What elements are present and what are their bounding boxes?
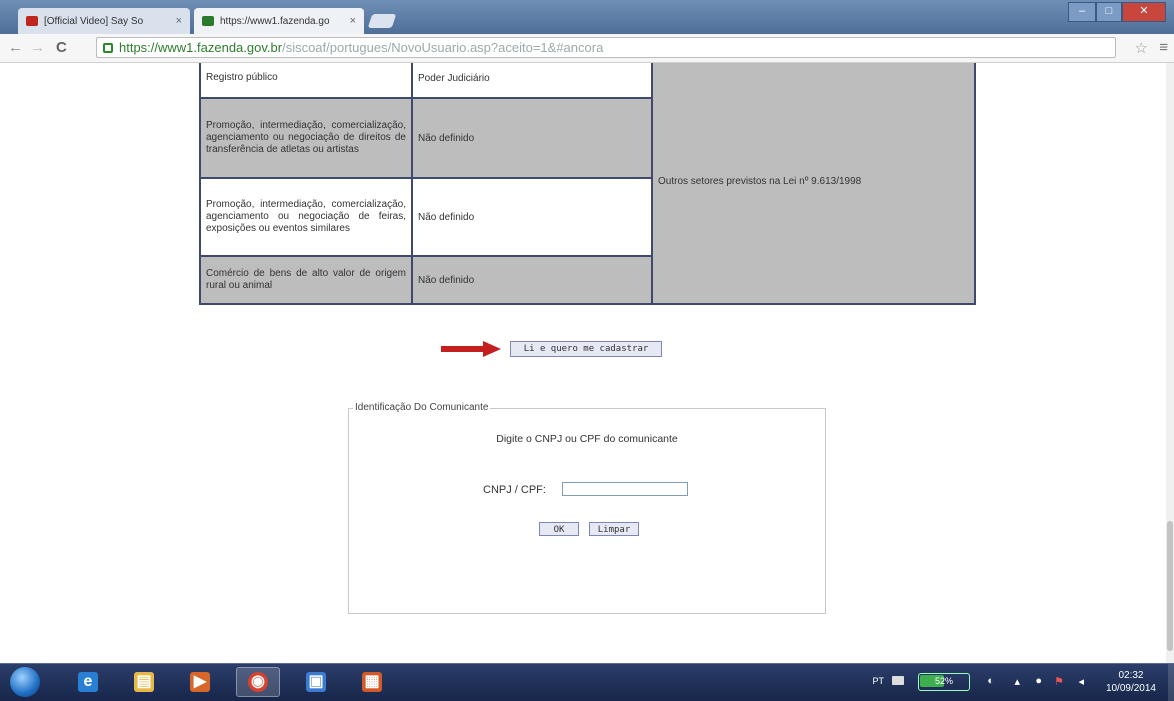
taskbar-ie[interactable]: e [66,667,110,697]
page-content: Registro público Poder Judiciário Outros… [0,63,1166,663]
internet-explorer-icon: e [78,672,98,692]
network-icon[interactable]: ◐ [987,675,994,687]
chrome-icon: ◉ [248,672,268,692]
regulator-cell: Não definido [411,97,653,179]
media-player-icon: ▶ [190,672,210,692]
tab-title: https://www1.fazenda.go [220,15,330,27]
activity-cell: Registro público [199,63,413,99]
fieldset-legend: Identificação Do Comunicante [353,402,491,413]
address-bar[interactable]: https://www1.fazenda.gov.br/siscoaf/port… [96,37,1116,58]
activity-cell: Comércio de bens de alto valor de origem… [199,255,413,305]
close-window-button[interactable]: ✕ [1122,2,1166,22]
limpar-button[interactable]: Limpar [589,522,639,536]
tab-youtube[interactable]: [Official Video] Say So × [18,8,190,34]
window-controls: – □ ✕ [1068,2,1166,22]
cadastrar-button[interactable]: Li e quero me cadastrar [510,341,662,357]
forward-arrow-icon[interactable]: → [30,38,45,58]
table-row: Registro público Poder Judiciário Outros… [199,63,976,305]
browser-toolbar: ← → C https://www1.fazenda.gov.br/siscoa… [0,34,1174,63]
start-button[interactable] [10,667,40,697]
red-arrow-icon [441,341,501,357]
sectors-table: Registro público Poder Judiciário Outros… [199,63,976,305]
tab-title: [Official Video] Say So [44,15,144,27]
regulator-cell: Não definido [411,177,653,257]
taskbar-media-player[interactable]: ▶ [178,667,222,697]
regulator-cell: Não definido [411,255,653,305]
menu-icon[interactable]: ≡ [1159,39,1168,56]
volume-icon[interactable]: ◂ [1078,675,1084,688]
new-tab-button[interactable] [367,14,397,28]
clock[interactable]: 02:32 10/09/2014 [1106,669,1156,695]
reload-icon[interactable]: C [56,38,67,58]
minimize-button[interactable]: – [1068,2,1096,22]
taskbar-explorer[interactable]: ▤ [122,667,166,697]
battery-percent: 52% [934,676,953,686]
action-center-flag-icon[interactable]: ⚑ [1054,675,1064,688]
back-arrow-icon[interactable]: ← [8,38,23,58]
help-icon[interactable]: ● [1035,675,1042,687]
ok-button[interactable]: OK [539,522,579,536]
cnpj-cpf-input[interactable] [562,482,688,496]
page-scrollbar[interactable] [1166,63,1174,663]
url-host: https://www1.fazenda.gov.br [119,40,283,55]
system-tray: PT 52% ◐ ▴ ● ⚑ ◂ 02:32 10/09/2014 [850,664,1170,701]
url-path: /siscoaf/portugues/NovoUsuario.asp?aceit… [282,40,604,55]
show-hidden-icons-icon[interactable]: ▴ [1014,675,1020,688]
powerpoint-icon: ▦ [362,672,382,692]
language-indicator[interactable]: PT [872,676,884,686]
taskbar-remote-desktop[interactable]: ▣ [294,667,338,697]
tab-fazenda[interactable]: https://www1.fazenda.go × [194,8,364,34]
identification-fieldset: Identificação Do Comunicante Digite o CN… [348,402,826,614]
browser-tab-strip: [Official Video] Say So × https://www1.f… [0,0,1174,34]
close-tab-icon[interactable]: × [350,15,356,27]
bookmark-star-icon[interactable]: ☆ [1135,39,1148,57]
lock-icon [103,42,113,53]
folder-icon: ▤ [134,672,154,692]
instruction-text: Digite o CNPJ ou CPF do comunicante [496,433,678,445]
clock-time: 02:32 [1118,670,1144,681]
clock-date: 10/09/2014 [1105,683,1156,694]
merged-sector-cell: Outros setores previstos na Lei nº 9.613… [651,63,976,305]
close-tab-icon[interactable]: × [176,15,182,27]
show-desktop-button[interactable] [1168,664,1174,701]
remote-desktop-icon: ▣ [306,672,326,692]
scrollbar-thumb[interactable] [1167,521,1173,651]
taskbar-chrome[interactable]: ◉ [236,667,280,697]
youtube-favicon-icon [26,16,38,26]
fazenda-favicon-icon [202,16,214,26]
activity-cell: Promoção, intermediação, comercialização… [199,97,413,179]
maximize-button[interactable]: □ [1096,2,1122,22]
windows-taskbar: e ▤ ▶ ◉ ▣ ▦ PT 52% ◐ ▴ ● ⚑ ◂ 02:32 10/09… [0,663,1174,701]
activity-cell: Promoção, intermediação, comercialização… [199,177,413,257]
taskbar-powerpoint[interactable]: ▦ [350,667,394,697]
keyboard-icon[interactable] [892,676,904,685]
regulator-cell: Poder Judiciário [411,63,653,99]
cnpj-label: CNPJ / CPF: [483,484,546,496]
battery-indicator[interactable]: 52% [918,673,970,691]
